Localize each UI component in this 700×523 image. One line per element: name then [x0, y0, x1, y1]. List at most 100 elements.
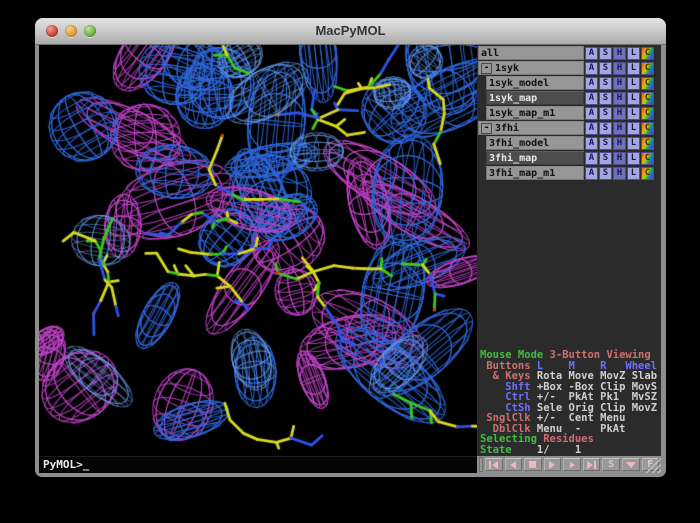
hide-button[interactable]: H	[613, 137, 626, 150]
object-name-cell[interactable]: - 1syk	[478, 61, 584, 75]
collapse-toggle[interactable]: -	[481, 123, 492, 134]
object-row[interactable]: 1syk_model ASHLC	[478, 76, 654, 90]
object-name-cell[interactable]: 1syk_map	[486, 91, 584, 105]
s-button[interactable]: S	[602, 458, 620, 471]
action-button[interactable]: A	[585, 122, 598, 135]
label-button[interactable]: L	[627, 167, 640, 180]
mouse-panel-line: State 1/ 1	[480, 445, 661, 456]
hide-button[interactable]: H	[613, 77, 626, 90]
object-label: 1syk_map_m1	[489, 108, 555, 119]
label-button[interactable]: L	[627, 122, 640, 135]
tl-glyph	[510, 461, 516, 469]
hide-button[interactable]: H	[613, 62, 626, 75]
label-button[interactable]: L	[627, 62, 640, 75]
window-title: MacPyMOL	[35, 23, 666, 38]
object-row[interactable]: - 1syk ASHLC	[478, 61, 654, 75]
window-content: PyMOL>_ all ASHLC - 1syk ASHLC 1syk_mode…	[39, 45, 661, 473]
color-button[interactable]: C	[641, 47, 654, 60]
object-label: all	[481, 48, 499, 59]
color-button[interactable]: C	[641, 77, 654, 90]
step-forward-button[interactable]	[563, 458, 581, 471]
action-button[interactable]: A	[585, 62, 598, 75]
object-name-cell[interactable]: - 3fhi	[478, 121, 584, 135]
object-row[interactable]: 3fhi_map_m1 ASHLC	[478, 166, 654, 180]
label-button[interactable]: L	[627, 137, 640, 150]
hide-button[interactable]: H	[613, 47, 626, 60]
vbar-glyph	[489, 461, 491, 469]
tr-glyph	[587, 461, 593, 469]
object-row[interactable]: 1syk_map ASHLC	[478, 91, 654, 105]
object-label: 3fhi	[495, 123, 519, 134]
command-line[interactable]: PyMOL>_	[39, 456, 477, 473]
tr-glyph	[549, 461, 555, 469]
object-label: 1syk_map	[489, 93, 537, 104]
object-name-cell[interactable]: 1syk_map_m1	[486, 106, 584, 120]
hide-button[interactable]: H	[613, 167, 626, 180]
object-label: 3fhi_model	[489, 138, 549, 149]
label-button[interactable]: L	[627, 107, 640, 120]
color-button[interactable]: C	[641, 167, 654, 180]
object-name-cell[interactable]: all	[478, 46, 584, 60]
show-button[interactable]: S	[599, 107, 612, 120]
object-label: 1syk_model	[489, 78, 549, 89]
trs-glyph	[570, 462, 575, 468]
object-label: 3fhi_map	[489, 153, 537, 164]
viewport-3d[interactable]	[39, 45, 477, 456]
step-back-button[interactable]	[505, 458, 523, 471]
playback-bar: SF	[477, 456, 661, 473]
hide-button[interactable]: H	[613, 152, 626, 165]
label-button[interactable]: L	[627, 47, 640, 60]
show-button[interactable]: S	[599, 137, 612, 150]
object-label: 1syk	[495, 63, 519, 74]
mouse-mode-panel: Mouse Mode 3-Button Viewing Buttons L M …	[477, 350, 661, 456]
show-button[interactable]: S	[599, 152, 612, 165]
action-button[interactable]: A	[585, 107, 598, 120]
go-to-end-button[interactable]	[583, 458, 601, 471]
label-button[interactable]: L	[627, 77, 640, 90]
stop-button[interactable]	[524, 458, 542, 471]
color-button[interactable]: C	[641, 137, 654, 150]
show-button[interactable]: S	[599, 167, 612, 180]
hide-button[interactable]: H	[613, 107, 626, 120]
go-to-start-button[interactable]	[485, 458, 503, 471]
play-button[interactable]	[544, 458, 562, 471]
object-row[interactable]: - 3fhi ASHLC	[478, 121, 654, 135]
playbar-divider	[479, 457, 483, 472]
color-button[interactable]: C	[641, 107, 654, 120]
action-button[interactable]: A	[585, 47, 598, 60]
hide-button[interactable]: H	[613, 92, 626, 105]
color-button[interactable]: C	[641, 122, 654, 135]
action-button[interactable]: A	[585, 167, 598, 180]
color-button[interactable]: C	[641, 92, 654, 105]
action-button[interactable]: A	[585, 77, 598, 90]
color-button[interactable]: C	[641, 62, 654, 75]
show-button[interactable]: S	[599, 62, 612, 75]
object-row[interactable]: 3fhi_model ASHLC	[478, 136, 654, 150]
object-row[interactable]: 1syk_map_m1 ASHLC	[478, 106, 654, 120]
action-button[interactable]: A	[585, 152, 598, 165]
object-label: 3fhi_map_m1	[489, 168, 555, 179]
object-name-cell[interactable]: 3fhi_model	[486, 136, 584, 150]
label-button[interactable]: L	[627, 92, 640, 105]
action-button[interactable]: A	[585, 137, 598, 150]
object-name-cell[interactable]: 3fhi_map	[486, 151, 584, 165]
label-button[interactable]: L	[627, 152, 640, 165]
show-button[interactable]: S	[599, 92, 612, 105]
show-button[interactable]: S	[599, 122, 612, 135]
collapse-toggle[interactable]: -	[481, 63, 492, 74]
object-row[interactable]: all ASHLC	[478, 46, 654, 60]
object-name-cell[interactable]: 1syk_model	[486, 76, 584, 90]
menu-button[interactable]	[622, 458, 640, 471]
show-button[interactable]: S	[599, 47, 612, 60]
show-button[interactable]: S	[599, 77, 612, 90]
action-button[interactable]: A	[585, 92, 598, 105]
panel-spacer	[477, 181, 661, 350]
titlebar[interactable]: MacPyMOL	[35, 18, 666, 45]
object-list: all ASHLC - 1syk ASHLC 1syk_model ASHLC …	[477, 45, 661, 181]
color-button[interactable]: C	[641, 152, 654, 165]
object-row[interactable]: 3fhi_map ASHLC	[478, 151, 654, 165]
viewer-column: PyMOL>_	[39, 45, 477, 473]
macpymol-window: MacPyMOL PyMOL>_ all ASHLC - 1syk ASHLC …	[35, 18, 666, 477]
object-name-cell[interactable]: 3fhi_map_m1	[486, 166, 584, 180]
hide-button[interactable]: H	[613, 122, 626, 135]
